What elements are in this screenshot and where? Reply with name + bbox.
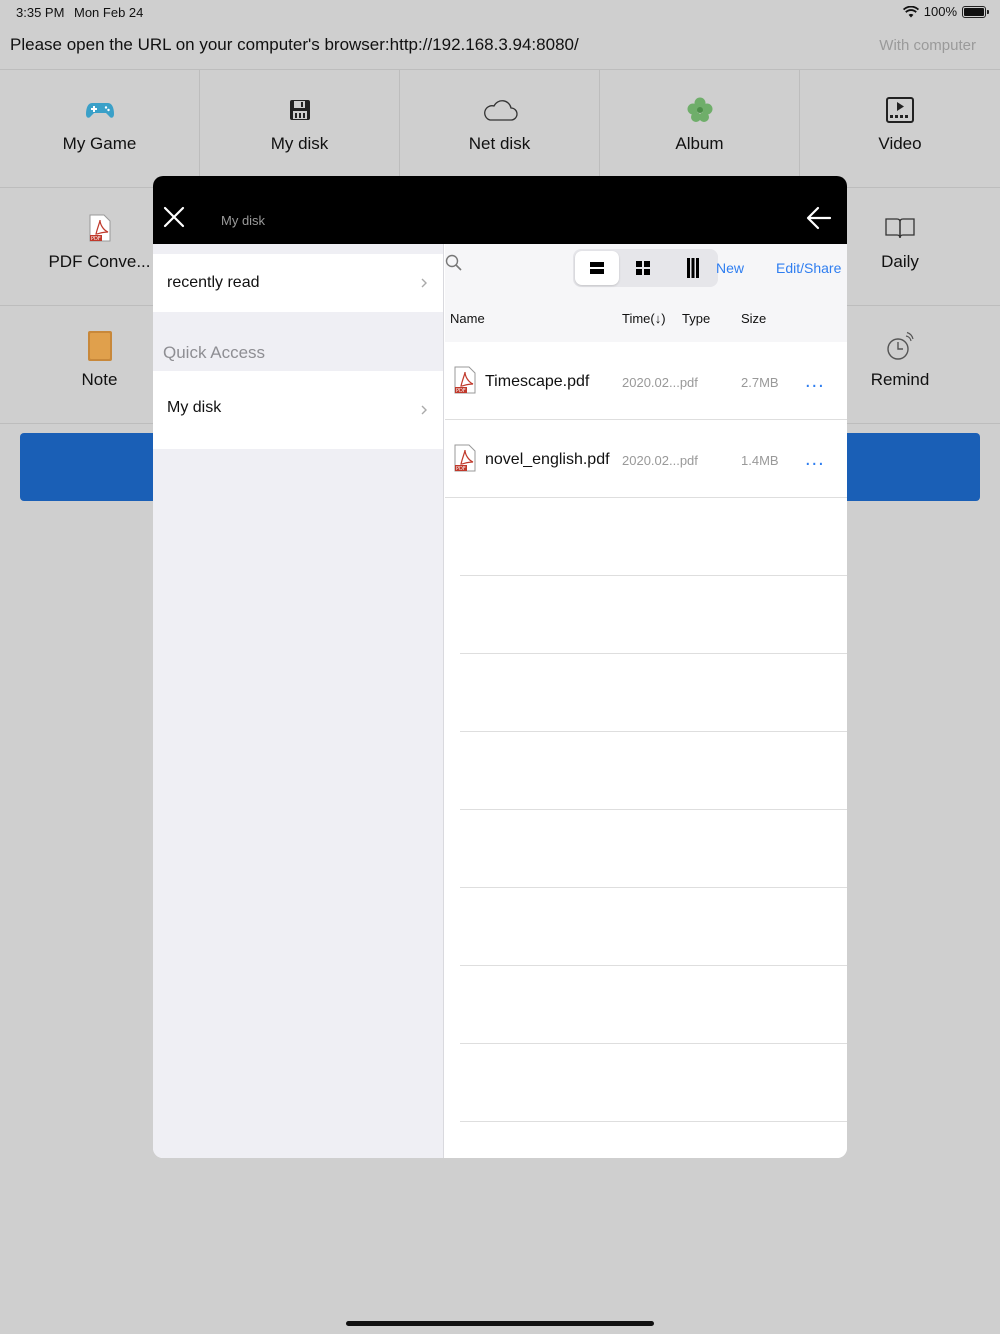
grid-item-video[interactable]: Video (800, 70, 1000, 188)
column-view-button[interactable] (671, 251, 715, 285)
video-icon (886, 97, 914, 123)
empty-row-divider (460, 731, 847, 732)
search-icon[interactable] (445, 254, 463, 272)
empty-row-divider (460, 1121, 847, 1122)
svg-text:PDF: PDF (456, 466, 466, 472)
modal-header: My disk (153, 176, 847, 244)
home-indicator[interactable] (346, 1321, 654, 1326)
wifi-icon (902, 5, 919, 17)
notebook-icon (87, 331, 112, 361)
view-mode-segment (573, 249, 718, 287)
file-name: novel_english.pdf (485, 451, 610, 468)
column-header-name[interactable]: Name (450, 311, 485, 326)
status-date: Mon Feb 24 (74, 5, 144, 20)
list-view-button[interactable] (575, 251, 619, 285)
more-options-button[interactable]: ... (805, 448, 825, 471)
grid-item-net-disk[interactable]: Net disk (400, 70, 600, 188)
file-size: 1.4MB (741, 453, 779, 468)
chevron-right-icon (421, 278, 427, 288)
flower-icon (687, 97, 712, 122)
cloud-icon (483, 100, 518, 121)
with-computer-button[interactable]: With computer (879, 37, 976, 54)
grid-item-label: Video (878, 134, 922, 153)
edit-share-button[interactable]: Edit/Share (776, 260, 841, 276)
grid-item-label: My Game (62, 134, 137, 153)
column-header-size[interactable]: Size (741, 311, 766, 326)
url-message: Please open the URL on your computer's b… (10, 35, 579, 54)
pdf-file-icon: PDF (454, 366, 476, 394)
back-arrow-icon[interactable] (805, 204, 833, 232)
file-size: 2.7MB (741, 375, 779, 390)
file-time-type: 2020.02...pdf (622, 375, 698, 390)
empty-row-divider (460, 575, 847, 576)
file-row-timescape[interactable]: PDF Timescape.pdf 2020.02...pdf 2.7MB ..… (445, 342, 847, 420)
svg-text:PDF: PDF (91, 236, 101, 242)
battery-percent: 100% (923, 4, 957, 19)
sidebar-item-label: My disk (167, 399, 222, 416)
column-header-type[interactable]: Type (682, 311, 710, 326)
svg-text:PDF: PDF (456, 388, 466, 394)
toolbar: New Edit/Share (445, 244, 847, 292)
grid-view-icon (636, 261, 650, 275)
file-list-pane: New Edit/Share Name Time(↓) Type Size PD… (445, 244, 847, 1158)
gamepad-icon (85, 103, 114, 118)
grid-item-label: Net disk (468, 134, 531, 153)
grid-item-label: Album (675, 134, 724, 153)
close-icon[interactable] (159, 202, 189, 232)
book-icon (885, 218, 915, 239)
empty-row-divider (460, 809, 847, 810)
list-view-icon (590, 262, 604, 274)
file-name: Timescape.pdf (485, 373, 590, 390)
empty-row-divider (460, 653, 847, 654)
grid-item-my-game[interactable]: My Game (0, 70, 200, 188)
clock-alarm-icon (887, 331, 914, 360)
grid-item-my-disk[interactable]: My disk (200, 70, 400, 188)
status-bar: 3:35 PM Mon Feb 24 100% (0, 0, 1000, 24)
grid-view-button[interactable] (621, 251, 665, 285)
grid-item-album[interactable]: Album (600, 70, 800, 188)
empty-row-divider (460, 1043, 847, 1044)
new-button[interactable]: New (716, 260, 744, 276)
status-right: 100% (902, 4, 989, 19)
empty-row-divider (460, 887, 847, 888)
floppy-disk-icon (289, 100, 310, 120)
section-label-quick-access: Quick Access (163, 343, 266, 362)
sidebar-item-my-disk[interactable]: My disk (153, 371, 443, 449)
sidebar: recently read Quick Access My disk (153, 244, 444, 1158)
url-bar: Please open the URL on your computer's b… (0, 26, 1000, 70)
chevron-right-icon (421, 405, 427, 415)
pdf-file-icon: PDF (454, 444, 476, 472)
column-view-icon (687, 258, 699, 278)
grid-item-label: My disk (270, 134, 329, 153)
sidebar-item-recently-read[interactable]: recently read (153, 254, 443, 312)
modal-title: My disk (221, 213, 266, 228)
empty-row-divider (460, 965, 847, 966)
sidebar-item-label: recently read (167, 274, 260, 291)
file-row-novel-english[interactable]: PDF novel_english.pdf 2020.02...pdf 1.4M… (445, 420, 847, 498)
more-options-button[interactable]: ... (805, 370, 825, 393)
battery-icon (962, 5, 989, 18)
column-header-time[interactable]: Time(↓) (622, 311, 666, 326)
status-time: 3:35 PM (16, 5, 65, 20)
pdf-icon: PDF (89, 214, 110, 242)
file-picker-modal: My disk recently read Quick Access My di… (153, 176, 847, 1158)
file-time-type: 2020.02...pdf (622, 453, 698, 468)
list-header: Name Time(↓) Type Size (445, 292, 847, 342)
